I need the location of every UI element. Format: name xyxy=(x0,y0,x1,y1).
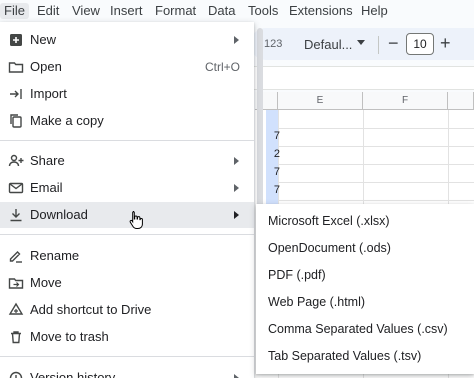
menu-item-label: Open xyxy=(30,59,62,74)
menu-item-email[interactable]: Email xyxy=(0,175,254,201)
download-ods[interactable]: OpenDocument (.ods) xyxy=(256,235,474,261)
menu-item-label: Move xyxy=(30,275,62,290)
drive-shortcut-icon xyxy=(8,302,24,318)
column-header-f[interactable]: F xyxy=(363,92,448,110)
history-icon xyxy=(8,370,24,378)
menu-item-make-a-copy[interactable]: Make a copy xyxy=(0,108,254,134)
download-html[interactable]: Web Page (.html) xyxy=(256,289,474,315)
download-tsv[interactable]: Tab Separated Values (.tsv) xyxy=(256,343,474,369)
download-pdf[interactable]: PDF (.pdf) xyxy=(256,262,474,288)
download-icon xyxy=(8,207,24,223)
trash-icon xyxy=(8,329,24,345)
menu-item-label: Make a copy xyxy=(30,113,104,128)
menu-item-label: Import xyxy=(30,86,67,101)
cell-value[interactable]: 7 xyxy=(266,184,280,196)
chevron-right-icon xyxy=(234,157,239,165)
column-header-g[interactable] xyxy=(448,92,474,110)
toolbar-divider xyxy=(378,36,379,54)
import-icon xyxy=(8,86,24,102)
menu-item-rename[interactable]: Rename xyxy=(0,243,254,269)
menu-bar: File Edit View Insert Format Data Tools … xyxy=(0,0,474,22)
menu-item-label: Move to trash xyxy=(30,329,109,344)
menu-item-import[interactable]: Import xyxy=(0,81,254,107)
copy-icon xyxy=(8,113,24,129)
menu-item-label: Share xyxy=(30,153,65,168)
rename-icon xyxy=(8,248,24,264)
email-icon xyxy=(8,180,24,196)
menu-extensions[interactable]: Extensions xyxy=(289,3,353,19)
menu-item-new[interactable]: New xyxy=(0,27,254,53)
menu-item-label: Download xyxy=(30,207,88,222)
menu-item-add-shortcut[interactable]: Add shortcut to Drive xyxy=(0,297,254,323)
menu-item-label: Version history xyxy=(30,370,116,378)
grid-line xyxy=(278,146,474,147)
menu-divider xyxy=(0,140,254,141)
cell-value[interactable]: 7 xyxy=(266,130,280,142)
submenu-item-label: Web Page (.html) xyxy=(268,295,366,309)
menu-item-move[interactable]: Move xyxy=(0,270,254,296)
menu-item-label: Add shortcut to Drive xyxy=(30,302,152,317)
grid-line xyxy=(278,164,474,165)
grid-line xyxy=(278,128,474,129)
chevron-down-icon[interactable] xyxy=(357,40,365,45)
folder-icon xyxy=(8,59,24,75)
decrease-font-size-button[interactable]: − xyxy=(388,33,399,54)
menu-item-label: Email xyxy=(30,180,63,195)
menu-view[interactable]: View xyxy=(72,3,100,19)
submenu-item-label: OpenDocument (.ods) xyxy=(268,241,391,255)
menu-item-move-to-trash[interactable]: Move to trash xyxy=(0,324,254,350)
column-header-e[interactable]: E xyxy=(278,92,363,110)
share-icon xyxy=(8,153,24,169)
download-submenu: Microsoft Excel (.xlsx) OpenDocument (.o… xyxy=(256,204,474,374)
menu-item-label: Rename xyxy=(30,248,80,263)
cell-value[interactable]: 2 xyxy=(266,148,280,160)
menu-item-download[interactable]: Download xyxy=(0,202,254,230)
menu-tools[interactable]: Tools xyxy=(248,3,278,19)
cell-value[interactable]: 7 xyxy=(266,166,280,178)
hand-cursor-icon xyxy=(129,210,143,230)
menu-edit[interactable]: Edit xyxy=(37,3,59,19)
font-select[interactable]: Defaul... xyxy=(304,37,352,52)
file-menu: New Open Ctrl+O Import Make a copy Share… xyxy=(0,22,254,378)
download-csv[interactable]: Comma Separated Values (.csv) xyxy=(256,316,474,342)
submenu-item-label: Microsoft Excel (.xlsx) xyxy=(268,214,390,228)
move-icon xyxy=(8,275,24,291)
menu-file[interactable]: File xyxy=(0,3,29,19)
menu-item-label: New xyxy=(30,32,57,47)
chevron-right-icon xyxy=(234,184,239,192)
grid-line xyxy=(278,200,474,201)
increase-font-size-button[interactable]: + xyxy=(440,33,451,54)
download-xlsx[interactable]: Microsoft Excel (.xlsx) xyxy=(256,208,474,234)
menu-divider xyxy=(0,234,254,235)
grid-line xyxy=(278,182,474,183)
menu-item-version-history[interactable]: Version history xyxy=(0,365,254,378)
menu-insert[interactable]: Insert xyxy=(110,3,143,19)
new-icon xyxy=(8,32,24,48)
menu-item-share[interactable]: Share xyxy=(0,148,254,174)
submenu-item-label: PDF (.pdf) xyxy=(268,268,326,282)
menu-data[interactable]: Data xyxy=(208,3,235,19)
chevron-right-icon xyxy=(234,36,239,44)
menu-divider xyxy=(0,356,254,357)
submenu-item-label: Comma Separated Values (.csv) xyxy=(268,322,448,336)
font-size-input[interactable]: 10 xyxy=(406,33,434,55)
menu-item-open[interactable]: Open Ctrl+O xyxy=(0,54,254,80)
number-format-button[interactable]: 123 xyxy=(264,38,282,50)
chevron-right-icon xyxy=(234,374,239,378)
chevron-right-icon xyxy=(234,211,239,219)
menu-format[interactable]: Format xyxy=(155,3,196,19)
shortcut-label: Ctrl+O xyxy=(204,60,240,74)
submenu-item-label: Tab Separated Values (.tsv) xyxy=(268,349,422,363)
menu-help[interactable]: Help xyxy=(361,3,388,19)
